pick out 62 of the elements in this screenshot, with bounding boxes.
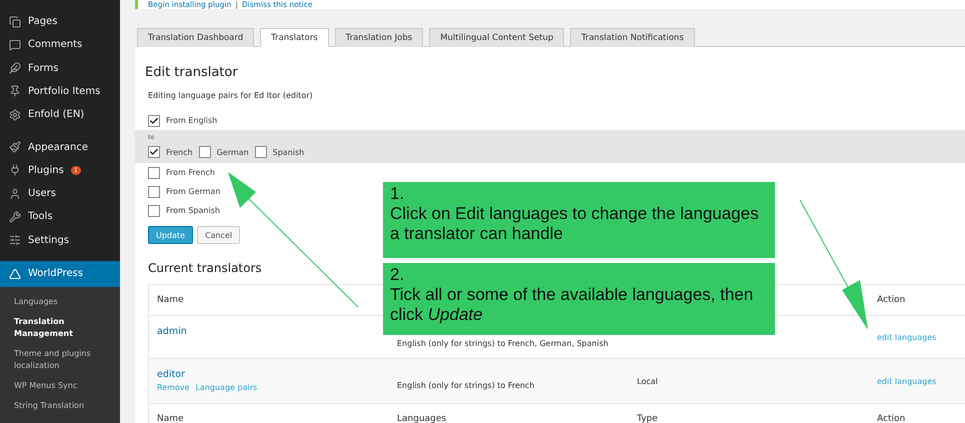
tab[interactable]: Translation Jobs [334, 28, 424, 47]
paintbrush-icon [9, 141, 21, 154]
table-cell-text: English (only for strings) to French [397, 380, 536, 390]
tab[interactable]: Multilingual Content Setup [429, 28, 564, 47]
callout-note: 2. Tick all or some of the available languages, then click Update [383, 263, 775, 335]
checkbox-label: German [216, 148, 249, 156]
speech-bubble-icon [9, 38, 21, 51]
person-icon [9, 188, 21, 200]
submenu-item[interactable]: Theme and plugins localization [0, 345, 120, 377]
checkbox-label: From French [166, 168, 215, 177]
submenu-item[interactable]: Translation Management [0, 313, 120, 345]
user-link[interactable]: editor [157, 369, 185, 380]
column-header: Action [877, 295, 906, 305]
submenu-item[interactable]: Languages [0, 293, 120, 313]
checkbox[interactable] [148, 114, 160, 126]
sidebar-item[interactable]: Settings [0, 228, 120, 252]
column-header: Type [637, 414, 659, 423]
pin-icon [9, 85, 21, 98]
column-header: Languages [397, 414, 448, 423]
sidebar-item[interactable]: Appearance [0, 135, 120, 159]
tab[interactable]: Translation Dashboard [137, 28, 254, 47]
column-header: Action [877, 414, 906, 423]
section-heading: Current translators [148, 261, 262, 277]
sidebar-item[interactable]: Forms [0, 56, 120, 80]
sidebar-item[interactable]: Pages [0, 10, 120, 34]
column-header: Name [157, 295, 185, 305]
checkbox[interactable] [198, 146, 211, 158]
submenu-item[interactable]: WP Menus Sync [0, 377, 120, 397]
checkbox-label: From English [166, 116, 218, 125]
gear-icon [9, 108, 21, 121]
tab[interactable]: Translation Notifications [570, 28, 695, 47]
submenu-item[interactable]: String Translation [0, 397, 120, 417]
checkbox-label: From Spanish [166, 206, 220, 215]
feather-icon [9, 62, 21, 74]
callout-note: 1. Click on Edit languages to change the languages a translator can handle [383, 182, 775, 258]
plug-icon [9, 164, 21, 176]
user-link[interactable]: admin [157, 326, 187, 337]
sidebar-item[interactable]: Enfold (EN) [0, 103, 120, 126]
checkbox[interactable] [148, 204, 160, 216]
triangle-icon [9, 268, 21, 280]
copy-icon [9, 16, 21, 28]
checkbox[interactable] [148, 186, 160, 198]
cancel-button[interactable]: Cancel [196, 226, 240, 244]
sliders-icon [9, 234, 21, 246]
sidebar-item[interactable]: Users [0, 182, 120, 206]
sidebar-item[interactable]: Portfolio Items [0, 80, 120, 104]
checkbox[interactable] [148, 146, 160, 158]
sidebar-item[interactable]: WorldPress [0, 260, 120, 287]
column-header: Name [157, 414, 185, 423]
checkbox-label: Spanish [272, 148, 304, 156]
tab[interactable]: Translators [260, 28, 329, 47]
sidebar-item[interactable]: Comments [0, 33, 120, 57]
description-text: Editing language pairs for Ed Itor (editor) [147, 90, 314, 102]
sidebar-item[interactable]: Tools [0, 205, 120, 229]
checkbox[interactable] [148, 166, 160, 178]
table-cell-text: English (only for strings) to French, German, Spanish [397, 338, 610, 348]
wrench-icon [9, 210, 21, 223]
checkbox-label: From German [166, 187, 220, 196]
section-heading: Edit translator [145, 65, 238, 82]
checkbox-label: French [166, 148, 193, 156]
table-cell-text: Local [637, 376, 659, 386]
checkbox[interactable] [254, 146, 267, 158]
